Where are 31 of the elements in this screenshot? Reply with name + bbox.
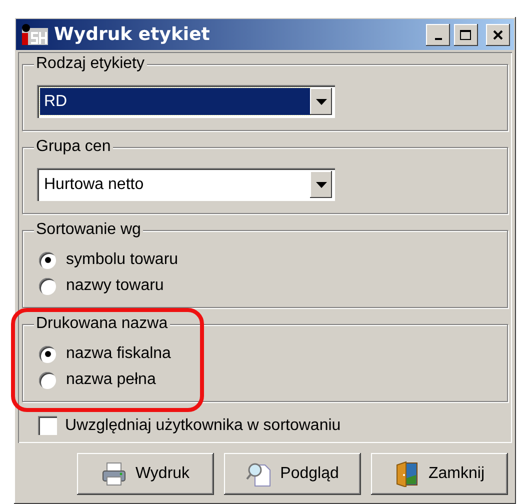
app-logo-icon — [20, 22, 50, 46]
radio-button[interactable] — [39, 346, 56, 362]
window-title: Wydruk etykiet — [54, 24, 211, 45]
dropdown-field[interactable]: RD — [37, 85, 335, 118]
radio-label: nazwa fiskalna — [66, 345, 171, 363]
minimize-button[interactable] — [426, 24, 450, 46]
maximize-icon — [459, 28, 473, 40]
group-title: Rodzaj etykiety — [34, 54, 146, 74]
checkbox[interactable] — [38, 416, 57, 435]
print-button[interactable]: Wydruk — [77, 453, 214, 495]
dropdown-arrow-icon — [316, 98, 326, 104]
magnifier-page-icon — [246, 461, 272, 487]
dropdown-field[interactable]: Hurtowa netto — [37, 168, 335, 201]
minimize-icon — [434, 38, 442, 40]
close-icon — [492, 28, 504, 40]
radio-button[interactable] — [39, 252, 56, 268]
door-icon — [394, 461, 420, 487]
checkbox-label: Uwzględniaj użytkownika w sortowaniu — [65, 416, 341, 434]
close-dialog-button[interactable]: Zamknij — [371, 453, 508, 495]
preview-button[interactable]: Podgląd — [224, 453, 361, 495]
close-button[interactable] — [486, 24, 510, 46]
maximize-button[interactable] — [454, 24, 478, 46]
dropdown-arrow-icon — [316, 182, 326, 188]
radio-button[interactable] — [39, 278, 56, 294]
group-title: Sortowanie wg — [34, 220, 143, 240]
radio-label: symbolu towaru — [66, 251, 178, 269]
printer-icon — [101, 461, 128, 487]
group-title: Grupa cen — [34, 137, 113, 157]
radio-label: nazwa pełna — [66, 371, 156, 389]
radio-label: nazwy towaru — [66, 277, 164, 295]
radio-button[interactable] — [39, 372, 56, 388]
